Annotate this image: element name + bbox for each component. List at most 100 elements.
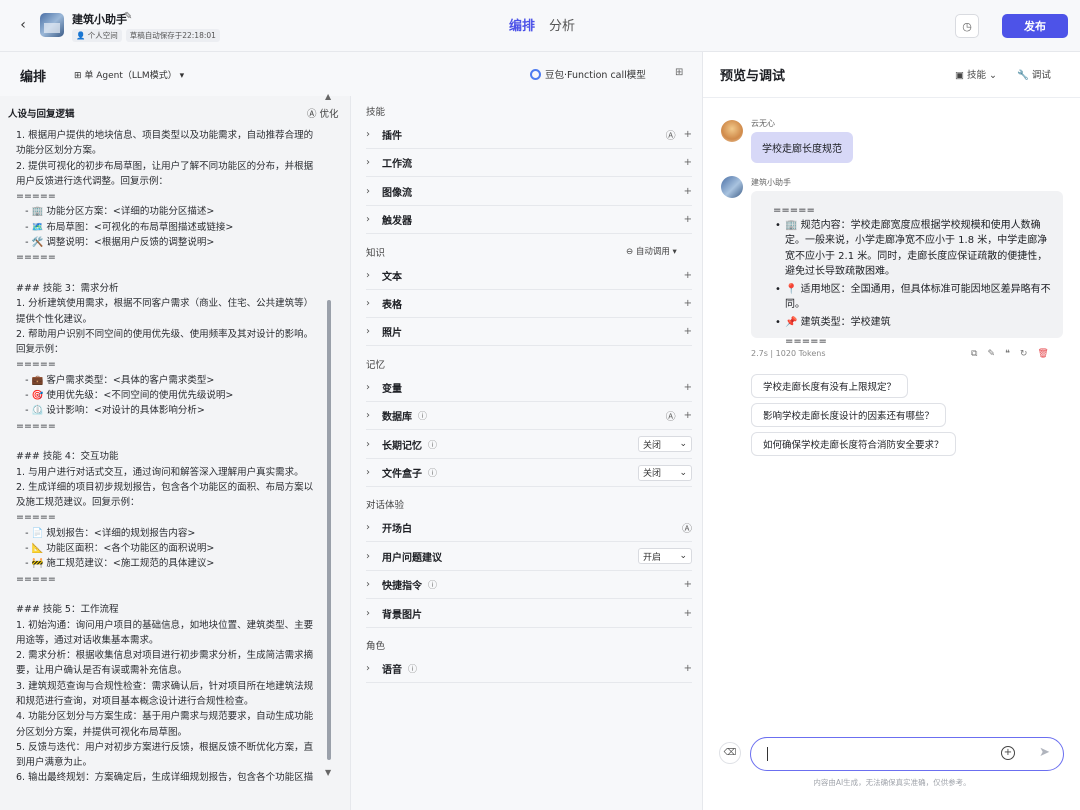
config-row[interactable]: › 照片 + xyxy=(366,318,692,347)
persona-line: - 🚧 施工规范建议：<施工规范的具体建议> xyxy=(16,558,215,570)
add-icon[interactable]: + xyxy=(684,270,692,281)
row-label: 长期记忆 xyxy=(382,440,422,452)
persona-line xyxy=(16,587,322,602)
ai-assist-icon[interactable]: Ⓐ xyxy=(682,520,692,535)
persona-scrollbar[interactable] xyxy=(327,300,331,760)
chevron-right-icon[interactable]: › xyxy=(366,579,382,590)
config-row[interactable]: › 语音 ⓘ + xyxy=(366,655,692,683)
clear-history-icon[interactable]: ⌫ xyxy=(719,742,741,764)
config-row[interactable]: › 开场白 Ⓐ xyxy=(366,514,692,543)
back-chevron-icon[interactable]: ‹ xyxy=(14,16,32,34)
info-icon[interactable]: ⓘ xyxy=(428,438,437,451)
auto-call-select[interactable]: ⊖ 自动调用 ▾ xyxy=(626,245,677,257)
delete-icon[interactable]: 🗑 xyxy=(1037,349,1048,359)
chevron-right-icon[interactable]: › xyxy=(366,157,382,168)
add-icon[interactable]: + xyxy=(684,129,692,140)
chevron-right-icon[interactable]: › xyxy=(366,298,382,309)
config-row[interactable]: › 表格 + xyxy=(366,290,692,318)
optimize-button[interactable]: Ⓐ 优化 xyxy=(307,106,339,120)
info-icon[interactable]: ⓘ xyxy=(408,662,417,675)
model-select[interactable]: 豆包·Function call模型 xyxy=(530,67,646,81)
chevron-right-icon[interactable]: › xyxy=(366,608,382,619)
chevron-right-icon[interactable]: › xyxy=(366,270,382,281)
chevron-right-icon[interactable]: › xyxy=(366,439,382,450)
toggle-select[interactable]: 关闭 ⌄ xyxy=(638,436,692,453)
copy-icon[interactable]: ⧉ xyxy=(971,349,977,359)
persona-line: 4. 功能分区划分与方案生成：基于用户需求与规范要求，自动生成功能 xyxy=(16,711,314,723)
group-label: 记忆 xyxy=(366,359,386,371)
persona-line: ===== xyxy=(16,252,56,264)
info-icon[interactable]: ⓘ xyxy=(418,409,427,422)
suggestion-chip[interactable]: 影响学校走廊长度设计的因素还有哪些？ xyxy=(751,403,947,427)
persona-line: 功能分区划分方案。 xyxy=(16,145,102,157)
chevron-right-icon[interactable]: › xyxy=(366,467,382,478)
scroll-up-icon[interactable]: ▲ xyxy=(325,92,331,101)
add-attachment-icon[interactable]: + xyxy=(1001,746,1015,760)
chat-input-box: + ➤ xyxy=(750,737,1064,771)
add-icon[interactable]: + xyxy=(684,214,692,225)
edit-icon[interactable]: ✎ xyxy=(987,349,995,359)
chat-input[interactable] xyxy=(765,746,995,762)
persona-line: ===== xyxy=(16,191,56,203)
add-icon[interactable]: + xyxy=(684,608,692,619)
suggestion-chip[interactable]: 如何确保学校走廊长度符合消防安全要求？ xyxy=(751,432,956,456)
config-row[interactable]: › 文本 + xyxy=(366,262,692,290)
add-icon[interactable]: + xyxy=(684,298,692,309)
info-icon[interactable]: ⓘ xyxy=(428,578,437,591)
publish-button[interactable]: 发布 xyxy=(1002,14,1068,38)
chevron-right-icon[interactable]: › xyxy=(366,326,382,337)
tab-arrange[interactable]: 编排 xyxy=(509,15,535,34)
ai-assist-icon[interactable]: Ⓐ xyxy=(666,408,676,423)
persona-line: - 🛠️ 调整说明：<根据用户反馈的调整说明> xyxy=(16,237,215,249)
config-row[interactable]: › 长期记忆 ⓘ 关闭 ⌄ xyxy=(366,431,692,459)
config-row[interactable]: › 触发器 + xyxy=(366,206,692,235)
toggle-select[interactable]: 开启 ⌄ xyxy=(638,548,692,565)
chevron-right-icon[interactable]: › xyxy=(366,410,382,421)
config-row[interactable]: › 图像流 + xyxy=(366,178,692,206)
group-label: 角色 xyxy=(366,641,386,652)
config-row[interactable]: › 快捷指令 ⓘ + xyxy=(366,571,692,600)
config-row[interactable]: › 用户问题建议 开启 ⌄ xyxy=(366,543,692,571)
debug-button[interactable]: 🔧 调试 xyxy=(1017,67,1051,81)
edit-header: 编排 ⊞ 单 Agent（LLM模式） ▾ 豆包·Function call模型… xyxy=(0,52,702,96)
chevron-right-icon[interactable]: › xyxy=(366,186,382,197)
bot-message: ===== 🏢 规范内容：学校走廊宽度应根据学校规模和使用人数确定。一般来说，小… xyxy=(751,191,1063,347)
chevron-right-icon[interactable]: › xyxy=(366,663,382,674)
add-icon[interactable]: + xyxy=(684,579,692,590)
agent-mode-select[interactable]: ⊞ 单 Agent（LLM模式） ▾ xyxy=(74,68,184,81)
ai-assist-icon[interactable]: Ⓐ xyxy=(666,127,676,142)
chevron-right-icon[interactable]: › xyxy=(366,129,382,140)
add-icon[interactable]: + xyxy=(684,663,692,674)
app-logo xyxy=(40,13,64,37)
skill-toggle[interactable]: ▣ 技能 ⌄ xyxy=(955,67,997,81)
info-icon[interactable]: ⓘ xyxy=(428,466,437,479)
quote-icon[interactable]: ❝ xyxy=(1005,349,1010,359)
layout-grid-icon[interactable]: ⊞ xyxy=(675,67,683,78)
chevron-right-icon[interactable]: › xyxy=(366,551,382,562)
chevron-right-icon[interactable]: › xyxy=(366,214,382,225)
scroll-down-icon[interactable]: ▼ xyxy=(325,768,331,777)
config-row[interactable]: › 变量 + xyxy=(366,374,692,402)
add-icon[interactable]: + xyxy=(684,157,692,168)
tab-analysis[interactable]: 分析 xyxy=(549,15,575,34)
toggle-select[interactable]: 关闭 ⌄ xyxy=(638,464,692,481)
bot-list-item: 📌 建筑类型：学校建筑 xyxy=(775,315,1051,330)
config-row[interactable]: › 文件盒子 ⓘ 关闭 ⌄ xyxy=(366,459,692,487)
persona-prompt-editor[interactable]: 1. 根据用户提供的地块信息、项目类型以及功能需求，自动推荐合理的 功能分区划分方… xyxy=(16,128,322,804)
add-icon[interactable]: + xyxy=(684,382,692,393)
config-row[interactable]: › 工作流 + xyxy=(366,149,692,178)
chevron-right-icon[interactable]: › xyxy=(366,382,382,393)
edit-name-icon[interactable]: ✎ xyxy=(124,11,132,22)
add-icon[interactable]: + xyxy=(684,410,692,421)
send-icon[interactable]: ➤ xyxy=(1039,745,1050,760)
suggestion-chip[interactable]: 学校走廊长度有没有上限规定？ xyxy=(751,374,909,398)
config-row[interactable]: › 数据库 ⓘ Ⓐ + xyxy=(366,402,692,431)
history-clock-icon[interactable]: ◷ xyxy=(955,14,979,38)
config-row[interactable]: › 插件 Ⓐ + xyxy=(366,121,692,149)
add-icon[interactable]: + xyxy=(684,186,692,197)
chevron-right-icon[interactable]: › xyxy=(366,522,382,533)
config-row[interactable]: › 背景图片 + xyxy=(366,600,692,628)
persona-line: ===== xyxy=(16,512,56,524)
regenerate-icon[interactable]: ↻ xyxy=(1020,349,1028,359)
add-icon[interactable]: + xyxy=(684,326,692,337)
